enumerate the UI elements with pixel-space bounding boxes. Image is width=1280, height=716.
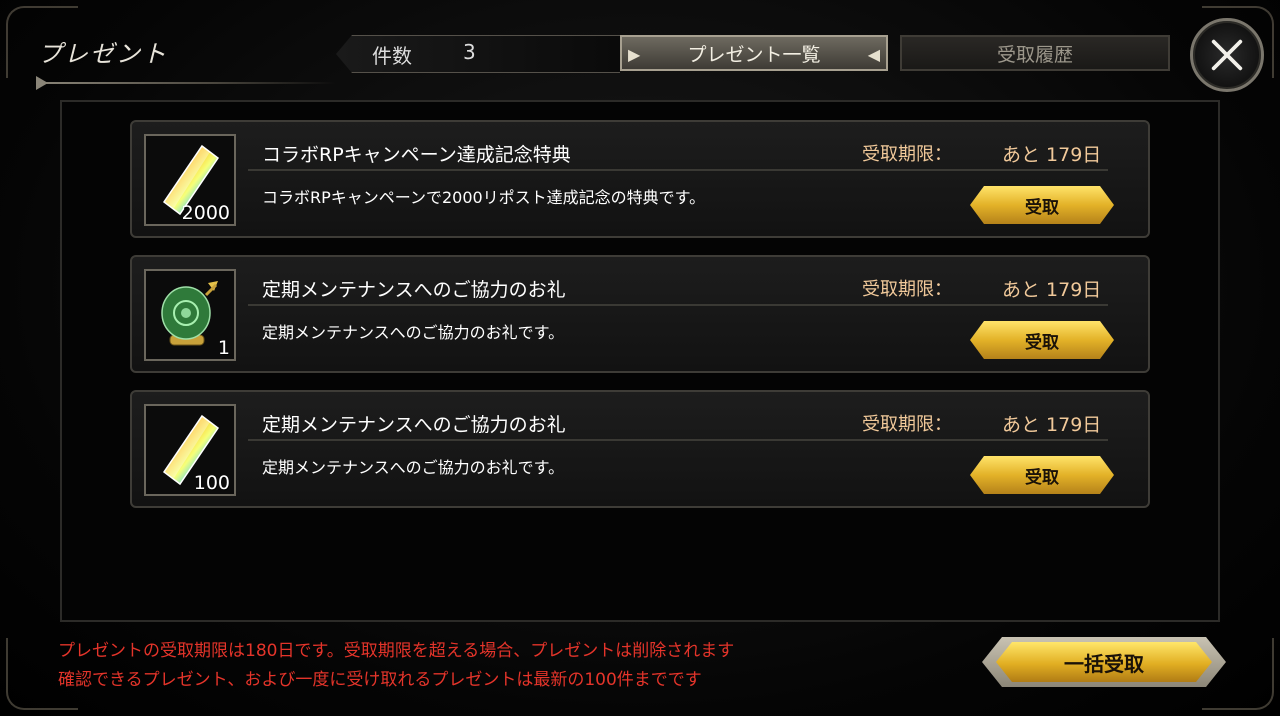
- item-description: コラボRPキャンペーンで2000リポスト達成記念の特典です。: [262, 188, 706, 207]
- count-value: 3: [463, 40, 476, 64]
- notice-line: プレゼントの受取期限は180日です。受取期限を超える場合、プレゼントは削除されま…: [58, 641, 735, 661]
- tab-label: 受取履歴: [996, 43, 1073, 66]
- list-item: 1 定期メンテナンスへのご協力のお礼 定期メンテナンスへのご協力のお礼です。 受…: [130, 255, 1150, 373]
- item-description: 定期メンテナンスへのご協力のお礼です。: [262, 458, 565, 477]
- item-description: 定期メンテナンスへのご協力のお礼です。: [262, 323, 565, 342]
- receive-button[interactable]: 受取: [970, 186, 1114, 224]
- deadline-value: あと 179日: [1002, 414, 1102, 436]
- item-icon-frame: 100: [144, 404, 236, 496]
- tab-label: プレゼント一覧: [687, 43, 821, 66]
- list-item: 100 定期メンテナンスへのご協力のお礼 定期メンテナンスへのご協力のお礼です。…: [130, 390, 1150, 508]
- list-item: 2000 コラボRPキャンペーン達成記念特典 コラボRPキャンペーンで2000リ…: [130, 120, 1150, 238]
- item-icon-frame: 2000: [144, 134, 236, 226]
- deadline-value: あと 179日: [1002, 279, 1102, 301]
- chevron-right-icon: ▶: [628, 45, 641, 64]
- page-title: プレゼント: [38, 40, 168, 68]
- item-title: コラボRPキャンペーン達成記念特典: [262, 144, 571, 166]
- notice-line: 確認できるプレゼント、および一度に受け取れるプレゼントは最新の100件までです: [58, 670, 702, 690]
- deadline-label: 受取期限：: [862, 144, 952, 165]
- item-quantity: 1: [217, 337, 230, 359]
- screen: プレゼント 件数 3 ▶ プレゼント一覧 ◀ 受取履歴 2000 コラボRPキャ…: [0, 0, 1280, 716]
- bulk-receive-button[interactable]: 一括受取: [996, 642, 1212, 682]
- title-divider: [36, 76, 336, 90]
- item-title: 定期メンテナンスへのご協力のお礼: [262, 414, 566, 436]
- item-quantity: 100: [193, 472, 230, 494]
- close-icon: [1211, 39, 1243, 71]
- deadline-label: 受取期限：: [862, 414, 952, 435]
- tab-receive-history[interactable]: 受取履歴: [900, 35, 1170, 71]
- deadline-label: 受取期限：: [862, 279, 952, 300]
- tab-present-list[interactable]: ▶ プレゼント一覧 ◀: [620, 35, 888, 71]
- scroll-icon: [161, 281, 218, 346]
- deadline-value: あと 179日: [1002, 144, 1102, 166]
- count-label: 件数: [372, 44, 412, 68]
- chevron-left-icon: ◀: [867, 45, 880, 64]
- item-icon-frame: 1: [144, 269, 236, 361]
- item-title: 定期メンテナンスへのご協力のお礼: [262, 279, 566, 301]
- close-button[interactable]: [1190, 18, 1264, 92]
- receive-button[interactable]: 受取: [970, 456, 1114, 494]
- item-quantity: 2000: [181, 202, 230, 224]
- receive-button[interactable]: 受取: [970, 321, 1114, 359]
